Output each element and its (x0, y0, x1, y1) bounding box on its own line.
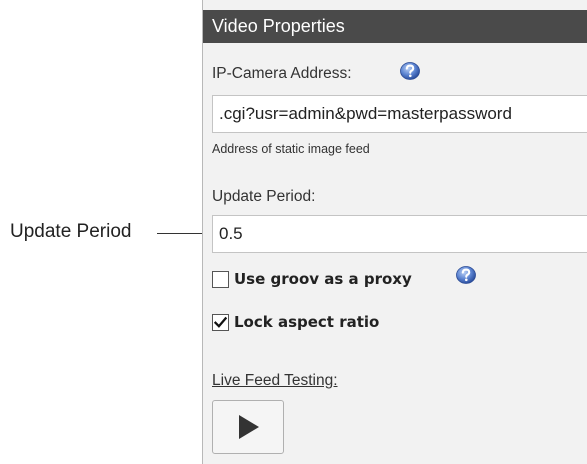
stage: Update Period Video Properties IP-Camera… (0, 0, 587, 464)
use-groov-proxy-checkbox[interactable] (212, 271, 229, 288)
play-icon (239, 415, 259, 439)
callout-line (157, 233, 208, 234)
lock-aspect-ratio-checkbox[interactable] (212, 314, 229, 331)
help-icon[interactable] (455, 265, 477, 285)
panel-title: Video Properties (203, 10, 587, 43)
callout-label: Update Period (10, 221, 132, 242)
help-icon[interactable] (399, 61, 421, 81)
ip-camera-address-label: IP-Camera Address: (212, 65, 352, 82)
use-groov-proxy-label[interactable]: Use groov as a proxy (234, 270, 412, 288)
ip-camera-address-hint: Address of static image feed (212, 142, 370, 156)
live-feed-testing-label: Live Feed Testing: (212, 372, 338, 389)
update-period-label: Update Period: (212, 188, 316, 205)
play-button[interactable] (212, 400, 284, 454)
ip-camera-address-input[interactable]: .cgi?usr=admin&pwd=masterpassword (212, 95, 587, 133)
update-period-input[interactable]: 0.5 (212, 215, 587, 253)
video-properties-panel: Video Properties IP-Camera Address: .cgi… (202, 0, 587, 464)
checkmark-icon (214, 316, 227, 328)
lock-aspect-ratio-label[interactable]: Lock aspect ratio (234, 313, 379, 331)
